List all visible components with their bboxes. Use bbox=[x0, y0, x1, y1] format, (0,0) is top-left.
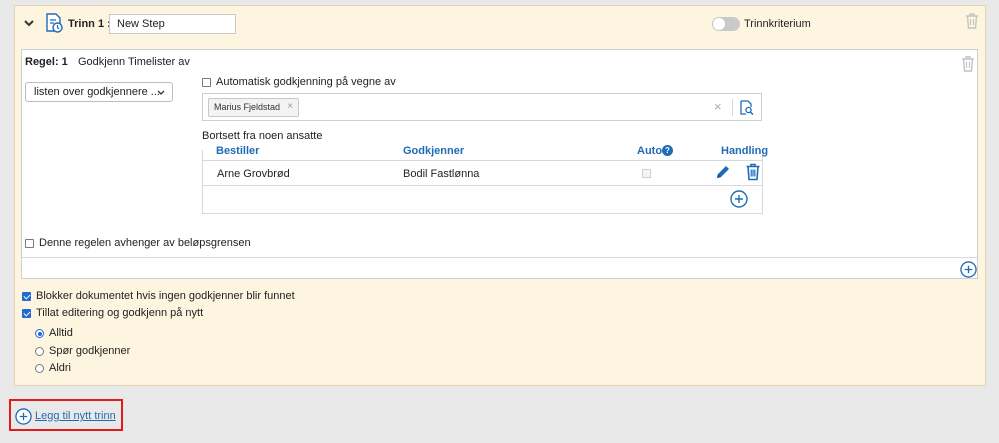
row-auto-checkbox[interactable] bbox=[642, 169, 651, 178]
delete-row-trash-icon[interactable] bbox=[745, 163, 761, 181]
table-row: Arne Grovbrød Bodil Fastlønna bbox=[203, 160, 762, 186]
step-criteria-label: Trinnkriterium bbox=[744, 18, 811, 30]
allow-edit-checkbox[interactable] bbox=[22, 309, 31, 318]
delete-rule-trash-icon[interactable] bbox=[960, 55, 976, 73]
block-document-checkbox[interactable] bbox=[22, 292, 31, 301]
clear-icon[interactable]: × bbox=[714, 99, 722, 114]
add-step-link[interactable]: Legg til nytt trinn bbox=[35, 410, 116, 422]
approver-list-select[interactable]: listen over godkjennere ... bbox=[25, 82, 173, 102]
add-exception-plus-icon[interactable] bbox=[730, 190, 748, 208]
on-behalf-tag-input[interactable]: Marius Fjeldstad × × bbox=[202, 93, 762, 121]
amount-dependent-label: Denne regelen avhenger av beløpsgrensen bbox=[39, 237, 251, 249]
add-rule-plus-icon[interactable] bbox=[960, 261, 977, 278]
radio-never[interactable] bbox=[35, 364, 44, 373]
allow-edit-label: Tillat editering og godkjenn på nytt bbox=[36, 307, 204, 319]
cell-approver: Bodil Fastlønna bbox=[403, 168, 480, 180]
step-label: Trinn 1 : bbox=[68, 18, 111, 30]
add-step-button[interactable]: Legg til nytt trinn bbox=[9, 399, 123, 431]
radio-never-label: Aldri bbox=[49, 362, 72, 374]
tag-remove-icon[interactable]: × bbox=[287, 101, 293, 112]
divider bbox=[22, 257, 977, 258]
step-name-input[interactable] bbox=[109, 14, 236, 34]
rule-number: Regel: 1 bbox=[25, 56, 68, 68]
add-circle-plus-icon bbox=[15, 408, 32, 425]
tag-chip[interactable]: Marius Fjeldstad × bbox=[208, 98, 300, 117]
column-header-auto: Auto bbox=[637, 145, 663, 157]
approver-list-select-value: listen over godkjennere ... bbox=[34, 86, 160, 98]
rule-panel: Regel: 1 Godkjenn Timelister av listen o… bbox=[21, 49, 978, 279]
column-header-action: Handling bbox=[721, 145, 769, 157]
exclude-employees-label: Bortsett fra noen ansatte bbox=[202, 130, 323, 142]
chevron-down-icon[interactable] bbox=[24, 18, 34, 28]
tag-chip-label: Marius Fjeldstad bbox=[214, 102, 281, 112]
delete-step-trash-icon[interactable] bbox=[964, 12, 980, 30]
column-header-approver: Godkjenner bbox=[403, 145, 465, 157]
toggle-knob bbox=[713, 18, 725, 30]
chevron-down-icon bbox=[157, 90, 165, 95]
step-header: Trinn 1 : Trinnkriterium bbox=[15, 6, 985, 42]
edit-pencil-icon[interactable] bbox=[715, 164, 731, 180]
step-criteria-toggle[interactable] bbox=[712, 17, 740, 31]
column-header-orderer: Bestiller bbox=[216, 145, 260, 157]
radio-always[interactable] bbox=[35, 329, 44, 338]
help-icon[interactable]: ? bbox=[662, 145, 673, 156]
radio-ask-approver-label: Spør godkjenner bbox=[49, 345, 131, 357]
cell-orderer: Arne Grovbrød bbox=[217, 168, 290, 180]
rule-title: Godkjenn Timelister av bbox=[78, 56, 190, 68]
divider bbox=[732, 99, 733, 116]
exception-table: Bestiller Godkjenner Auto ? Handling Arn… bbox=[202, 145, 768, 214]
auto-approve-checkbox[interactable] bbox=[202, 78, 211, 87]
auto-approve-label: Automatisk godkjenning på vegne av bbox=[216, 76, 396, 88]
block-document-label: Blokker dokumentet hvis ingen godkjenner… bbox=[36, 290, 295, 302]
radio-always-label: Alltid bbox=[49, 327, 73, 339]
search-document-icon[interactable] bbox=[740, 100, 754, 115]
amount-dependent-checkbox[interactable] bbox=[25, 239, 34, 248]
radio-ask-approver[interactable] bbox=[35, 347, 44, 356]
document-clock-icon bbox=[46, 13, 63, 33]
approval-step-panel: Trinn 1 : Trinnkriterium Regel: 1 Godkje… bbox=[14, 5, 986, 386]
